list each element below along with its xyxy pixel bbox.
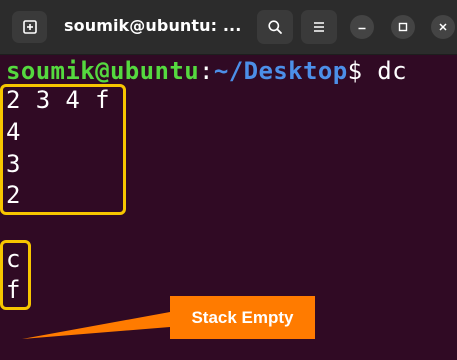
highlight-box-stack-input [0,84,126,215]
prompt-command: dc [362,57,407,85]
callout-label: Stack Empty [191,307,294,327]
prompt-separator: : [199,57,214,85]
prompt-line: soumik@ubuntu:~/Desktop$ dc [6,55,407,87]
close-icon [439,23,447,31]
new-tab-button[interactable] [12,11,47,43]
prompt-user-host: soumik@ubuntu [6,57,200,85]
search-button[interactable] [257,10,293,44]
minimize-button[interactable] [350,15,374,39]
maximize-button[interactable] [391,15,415,39]
highlight-box-stack-empty [0,240,31,310]
close-button[interactable] [431,15,455,39]
minimize-icon [358,27,366,30]
title-bar: soumik@ubuntu: ... [0,0,457,55]
hamburger-menu-icon [314,22,324,32]
prompt-symbol: $ [347,57,363,85]
new-tab-icon [22,20,37,34]
maximize-icon [398,22,408,32]
prompt-path: ~/Desktop [213,57,348,85]
menu-button[interactable] [301,10,337,44]
window-title: soumik@ubuntu: ... [64,16,242,35]
search-icon [268,20,282,34]
terminal-window: soumik@ubuntu: ... soumik@ubuntu:~/Deskt… [0,0,457,360]
